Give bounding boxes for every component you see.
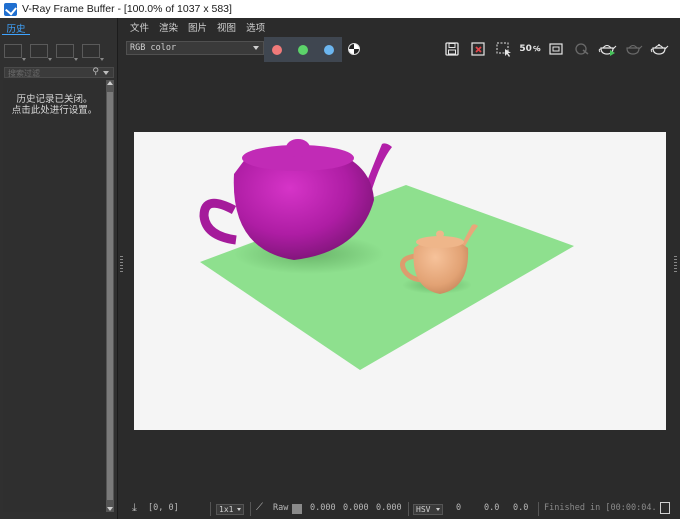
monochrome-button[interactable] bbox=[348, 43, 360, 55]
pixel-coords: [0, 0] bbox=[148, 503, 179, 513]
render-viewport[interactable] bbox=[124, 62, 674, 497]
divider bbox=[210, 502, 211, 516]
history-save-icon[interactable] bbox=[4, 44, 26, 61]
track-mouse-icon[interactable] bbox=[572, 40, 592, 58]
panel-splitter-handle[interactable] bbox=[120, 256, 123, 272]
raw-label: Raw bbox=[273, 503, 289, 513]
interactive-render-icon[interactable] bbox=[624, 40, 644, 58]
pick-pixel-icon[interactable]: ⤓ bbox=[132, 501, 137, 515]
zoom-ratio-value: 1x1 bbox=[219, 505, 234, 514]
scroll-down-icon[interactable] bbox=[107, 507, 113, 511]
render-status-text: Finished in [00:00:04. bbox=[544, 503, 657, 513]
scroll-thumb[interactable] bbox=[107, 92, 113, 500]
chevron-down-icon bbox=[436, 508, 440, 511]
color-corrections-icon[interactable]: ⟋ bbox=[256, 502, 263, 513]
menu-bar: 文件 渲染 图片 视图 选项 bbox=[124, 18, 265, 36]
vray-app-icon bbox=[4, 2, 17, 16]
fit-icon[interactable] bbox=[546, 40, 566, 58]
divider bbox=[250, 502, 251, 516]
search-placeholder: 搜索过滤 bbox=[8, 69, 40, 78]
history-load-icon[interactable] bbox=[56, 44, 78, 61]
chevron-down-icon bbox=[253, 46, 259, 50]
history-scrollbar[interactable] bbox=[106, 80, 114, 512]
history-panel: 历史 搜索过滤 ⚲ 历史记录已关闭。 点击此处进行设置。 bbox=[0, 18, 118, 519]
render-icon[interactable] bbox=[598, 40, 618, 58]
history-ab-compare-icon[interactable] bbox=[30, 44, 52, 61]
channel-select[interactable]: RGB color bbox=[126, 41, 264, 55]
toggle-panel-icon[interactable] bbox=[660, 502, 670, 514]
divider bbox=[408, 502, 409, 516]
history-toolbar bbox=[4, 44, 104, 61]
menu-image[interactable]: 图片 bbox=[188, 20, 207, 34]
hsv-s-value: 0.0 bbox=[484, 503, 500, 513]
color-space-value: HSV bbox=[416, 505, 431, 514]
red-channel-button[interactable] bbox=[264, 37, 290, 62]
rgb-b-value: 0.000 bbox=[376, 503, 402, 513]
channel-value: RGB color bbox=[130, 43, 177, 53]
zoom-50-button[interactable]: 50 ℅ bbox=[519, 40, 540, 58]
rendered-image[interactable] bbox=[134, 132, 666, 430]
stop-render-icon[interactable] bbox=[650, 40, 670, 58]
blue-dot-icon bbox=[324, 44, 334, 55]
menu-file[interactable]: 文件 bbox=[130, 20, 149, 34]
history-message-line1: 历史记录已关闭。 bbox=[16, 94, 93, 105]
render-scene bbox=[199, 139, 574, 370]
history-list[interactable]: 历史记录已关闭。 点击此处进行设置。 bbox=[3, 80, 106, 512]
rgb-g-value: 0.000 bbox=[343, 503, 369, 513]
history-message-line2: 点击此处进行设置。 bbox=[11, 105, 98, 116]
menu-view[interactable]: 视图 bbox=[217, 20, 236, 34]
clear-image-icon[interactable] bbox=[468, 40, 488, 58]
history-search-input[interactable]: 搜索过滤 ⚲ bbox=[4, 67, 114, 78]
scroll-up-icon[interactable] bbox=[107, 81, 113, 85]
tab-history[interactable]: 历史 bbox=[2, 21, 30, 35]
menu-render[interactable]: 渲染 bbox=[159, 20, 178, 34]
zoom-50-label: 50 bbox=[519, 44, 532, 54]
region-render-icon[interactable] bbox=[494, 40, 514, 58]
window-title: V-Ray Frame Buffer - [100.0% of 1037 x 5… bbox=[22, 3, 232, 15]
color-channel-group bbox=[264, 37, 342, 62]
right-panel-splitter-handle[interactable] bbox=[674, 256, 677, 272]
color-space-select[interactable]: HSV bbox=[413, 504, 443, 515]
title-bar: V-Ray Frame Buffer - [100.0% of 1037 x 5… bbox=[0, 0, 680, 18]
status-bar: ⤓ [0, 0] 1x1 ⟋ Raw 0.000 0.000 0.000 HSV… bbox=[124, 499, 680, 519]
save-icon[interactable] bbox=[442, 40, 462, 58]
rgb-r-value: 0.000 bbox=[310, 503, 336, 513]
red-dot-icon bbox=[272, 44, 282, 55]
divider bbox=[538, 502, 539, 516]
pixel-color-swatch bbox=[292, 504, 302, 514]
green-channel-button[interactable] bbox=[290, 37, 316, 62]
history-remove-icon[interactable] bbox=[82, 44, 104, 61]
search-icon[interactable]: ⚲ bbox=[92, 67, 99, 77]
zoom-ratio-select[interactable]: 1x1 bbox=[216, 504, 244, 515]
history-disabled-message[interactable]: 历史记录已关闭。 点击此处进行设置。 bbox=[3, 94, 106, 116]
hsv-h-value: 0 bbox=[456, 503, 462, 513]
blue-channel-button[interactable] bbox=[316, 37, 342, 62]
main-toolbar: RGB color 50 ℅ bbox=[124, 37, 680, 62]
menu-options[interactable]: 选项 bbox=[246, 20, 265, 34]
chevron-down-icon[interactable] bbox=[103, 71, 109, 75]
hsv-v-value: 0.0 bbox=[513, 503, 529, 513]
chevron-down-icon bbox=[237, 508, 241, 511]
green-dot-icon bbox=[298, 44, 308, 55]
